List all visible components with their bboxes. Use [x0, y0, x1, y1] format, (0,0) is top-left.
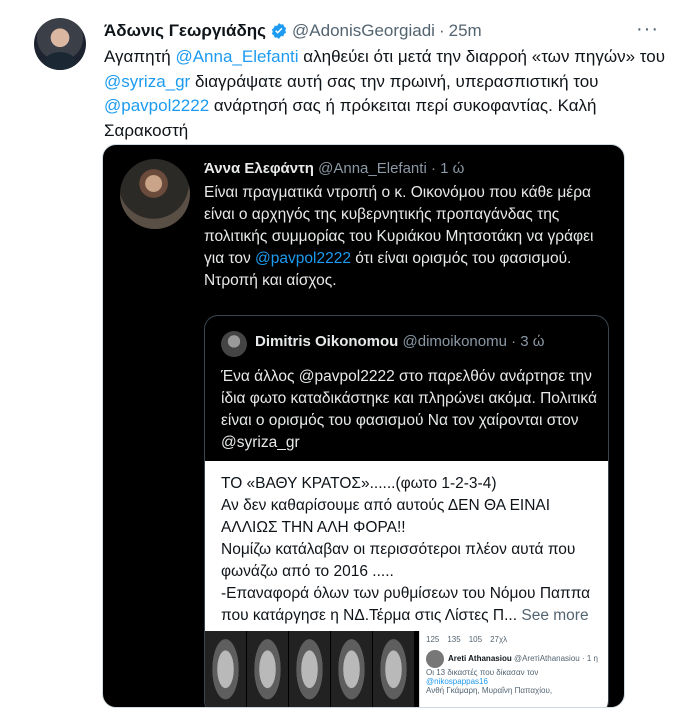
embedded-text-part: ότι είναι ορισμός του φασισμού.: [350, 250, 572, 267]
tweet-header: Άδωνις Γεωργιάδης @AdonisGeorgiadi · 25m: [104, 20, 482, 42]
mini-text: Οι 13 δικαστές που δίκασαν τον: [426, 668, 539, 677]
quoted-author-name: Dimitris Oikonomou: [255, 333, 399, 350]
quoted-header: Dimitris Oikonomou @dimoikonomu · 3 ώ: [255, 333, 545, 350]
mini-stat: 27χλ: [490, 635, 508, 644]
author-name[interactable]: Άδωνις Γεωργιάδης: [104, 21, 266, 41]
embedded-separator: ·: [430, 160, 436, 177]
tweet-card[interactable]: Άδωνις Γεωργιάδης @AdonisGeorgiadi · 25m…: [0, 0, 699, 728]
card-line: ΤΟ «ΒΑΘΥ ΚΡΑΤΟΣ»......(φωτο 1-2-3-4): [221, 475, 497, 492]
see-more-link: See more: [521, 607, 589, 624]
quoted-time: 3 ώ: [520, 333, 545, 350]
embedded-author-handle: @Anna_Elefanti: [318, 160, 427, 177]
portrait-image: [289, 631, 331, 707]
mini-stat: 105: [468, 635, 483, 644]
verified-badge-icon: [271, 23, 287, 39]
card-line: Αν δεν καθαρίσουμε από αυτούς ΔΕΝ ΘΑ ΕΙΝ…: [221, 497, 551, 514]
card-line: που κατάργησε η ΝΔ.Τέρμα στις Λίστες Π..…: [221, 605, 594, 627]
author-handle[interactable]: @AdonisGeorgiadi: [292, 21, 435, 41]
tweet-body: Αγαπητή @Anna_Elefanti αληθεύει ότι μετά…: [104, 45, 674, 143]
mini-link: @nikospappas16: [426, 677, 488, 686]
card-line: ΑΛΛΙΩΣ ΤΗΝ ΑΛΗ ΦΟΡΑ!!: [221, 519, 406, 536]
portrait-image: [205, 631, 247, 707]
mini-stat: 125: [426, 635, 440, 644]
portrait-collage-image: [205, 631, 415, 707]
mention-link[interactable]: @Anna_Elefanti: [175, 47, 298, 66]
portrait-image: [373, 631, 415, 707]
body-text-part: αληθεύει ότι μετά την διαρροή «των πηγών…: [298, 47, 666, 66]
quoted-author-handle: @dimoikonomu: [402, 333, 507, 350]
card-text: ΤΟ «ΒΑΘΥ ΚΡΑΤΟΣ»......(φωτο 1-2-3-4) Αν …: [221, 473, 594, 627]
mini-handle: @ArетiAthanasiou · 1 η: [513, 654, 598, 664]
author-avatar[interactable]: [34, 18, 86, 70]
quoted-tweet: Dimitris Oikonomou @dimoikonomu · 3 ώ Έν…: [204, 315, 609, 707]
embedded-author-name: Άννα Ελεφάντη: [204, 160, 314, 177]
embedded-time: 1 ώ: [440, 160, 465, 177]
mini-stat: 135: [447, 635, 461, 644]
quoted-author-avatar: [221, 331, 247, 357]
quoted-body: Ένα άλλος @pavpol2222 στο παρελθόν ανάρτ…: [221, 368, 597, 451]
mention-link[interactable]: @pavpol2222: [104, 96, 209, 115]
body-text-part: Αγαπητή: [104, 47, 176, 66]
tweet-time[interactable]: 25m: [449, 21, 482, 41]
embedded-author-avatar: [120, 159, 190, 229]
embedded-header: Άννα Ελεφάντη @Anna_Elefanti · 1 ώ: [204, 160, 464, 177]
quoted-facebook-card: ΤΟ «ΒΑΘΥ ΚΡΑΤΟΣ»......(φωτο 1-2-3-4) Αν …: [205, 461, 608, 631]
card-line: -Επαναφορά όλων των ρυθμίσεων του Νόμου …: [221, 585, 591, 602]
quoted-separator: ·: [511, 333, 517, 350]
mention-link[interactable]: @syriza_gr: [104, 72, 190, 91]
portrait-image: [331, 631, 373, 707]
mini-name: Areti Athanasiou: [448, 654, 512, 664]
more-dots-icon[interactable]: ···: [636, 18, 659, 41]
card-line: Νομίζω κατάλαβαν οι περισσότεροι πλέον α…: [221, 541, 576, 558]
card-line: φωνάζω από το 2016 .....: [221, 563, 394, 580]
mini-header: Areti Athanasiou @ArетiAthanasiou · 1 η: [426, 650, 604, 668]
portrait-image: [247, 631, 289, 707]
mini-avatar: [426, 650, 444, 668]
mini-stats-row: 125 135 105 27χλ: [426, 635, 604, 644]
embedded-mention: @pavpol2222: [255, 250, 351, 267]
mini-tweet-screenshot: 125 135 105 27χλ Areti Athanasiou @Arетi…: [419, 631, 608, 707]
mini-text: Ανθή Γκάμαρη, Μυραΐνη Παπαχίου,: [426, 686, 553, 695]
embedded-text-part: Ντροπή και αίσχος.: [204, 272, 337, 289]
header-separator: ·: [438, 21, 445, 40]
embedded-screenshot[interactable]: Άννα Ελεφάντη @Anna_Elefanti · 1 ώ Είναι…: [102, 144, 625, 708]
body-text-part: διαγράψατε αυτή σας την πρωινή, υπερασπι…: [190, 71, 599, 91]
quoted-images: 125 135 105 27χλ Areti Athanasiou @Arетi…: [205, 631, 608, 707]
card-line-text: που κατάργησε η ΝΔ.Τέρμα στις Λίστες Π..…: [221, 607, 518, 624]
embedded-body: Είναι πραγματικά ντροπή ο κ. Οικονόμου π…: [204, 182, 609, 292]
